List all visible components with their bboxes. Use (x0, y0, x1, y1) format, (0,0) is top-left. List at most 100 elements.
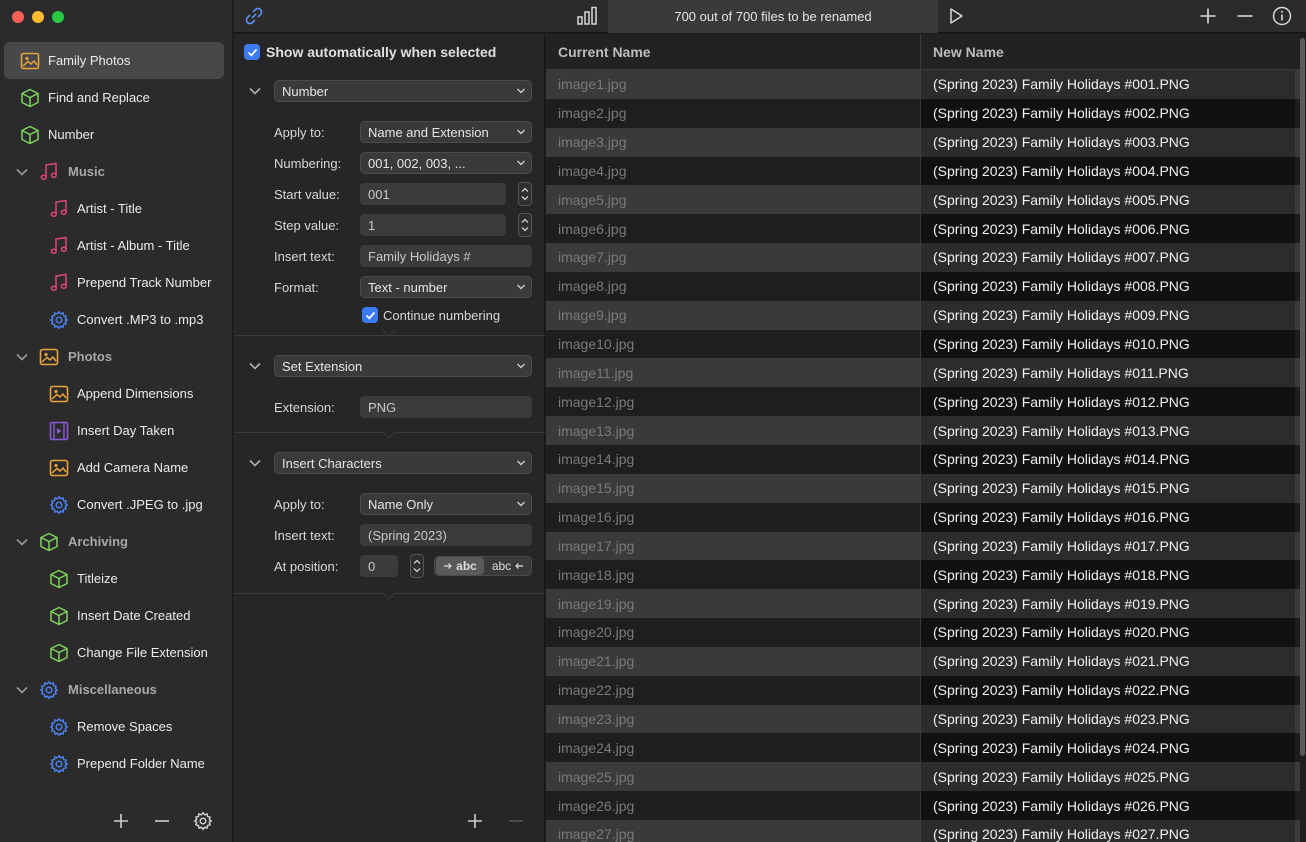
remove-action-button[interactable] (505, 810, 527, 832)
chevron-down-icon[interactable] (15, 535, 29, 549)
minimize-window-button[interactable] (32, 11, 44, 23)
sidebar-item-insert-date-created[interactable]: Insert Date Created (0, 597, 233, 634)
table-row[interactable]: image15.jpg (Spring 2023) Family Holidays… (546, 473, 1300, 503)
step-value-field[interactable]: 1 (360, 214, 506, 236)
sidebar-item-change-file-extension[interactable]: Change File Extension (0, 634, 233, 671)
table-row[interactable]: image14.jpg (Spring 2023) Family Holidays… (546, 444, 1300, 474)
table-row[interactable]: image10.jpg (Spring 2023) Family Holidays… (546, 329, 1300, 359)
gear-icon (38, 679, 60, 701)
start-value-field[interactable]: 001 (360, 183, 506, 205)
table-row[interactable]: image3.jpg (Spring 2023) Family Holidays … (546, 127, 1300, 157)
table-row[interactable]: image8.jpg (Spring 2023) Family Holidays … (546, 271, 1300, 301)
table-row[interactable]: image25.jpg (Spring 2023) Family Holidays… (546, 762, 1300, 792)
column-divider[interactable] (920, 34, 921, 842)
info-button[interactable] (1270, 5, 1294, 27)
column-header-current-name[interactable]: Current Name (558, 34, 651, 70)
action-type-popup[interactable]: Number (274, 80, 532, 102)
apply-to-popup[interactable]: Name Only (360, 493, 532, 515)
table-row[interactable]: image21.jpg (Spring 2023) Family Holidays… (546, 646, 1300, 676)
continue-numbering-checkbox[interactable] (362, 307, 378, 323)
table-row[interactable]: image27.jpg (Spring 2023) Family Holidays… (546, 819, 1300, 842)
close-window-button[interactable] (12, 11, 24, 23)
sidebar-group-miscellaneous[interactable]: Miscellaneous (0, 671, 233, 708)
table-row[interactable]: image7.jpg (Spring 2023) Family Holidays … (546, 243, 1300, 272)
preset-settings-button[interactable] (192, 810, 214, 832)
table-row[interactable]: image23.jpg (Spring 2023) Family Holidays… (546, 704, 1300, 734)
table-row[interactable]: image11.jpg (Spring 2023) Family Holidays… (546, 358, 1300, 388)
table-row[interactable]: image6.jpg (Spring 2023) Family Holidays … (546, 214, 1300, 244)
table-row[interactable]: image16.jpg (Spring 2023) Family Holidays… (546, 502, 1300, 532)
table-row[interactable]: image20.jpg (Spring 2023) Family Holidays… (546, 618, 1300, 647)
scrollbar-thumb[interactable] (1300, 38, 1305, 756)
current-name-cell: image21.jpg (558, 653, 635, 670)
step-value-stepper[interactable] (518, 213, 532, 237)
start-value-stepper[interactable] (518, 182, 532, 206)
chevron-down-icon[interactable] (15, 683, 29, 697)
table-row[interactable]: image22.jpg (Spring 2023) Family Holidays… (546, 675, 1300, 705)
chevron-down-icon[interactable] (248, 456, 262, 470)
run-rename-button[interactable] (944, 5, 968, 27)
sidebar-group-music[interactable]: Music (0, 153, 233, 190)
table-row[interactable]: image13.jpg (Spring 2023) Family Holidays… (546, 416, 1300, 445)
sidebar-item-number[interactable]: Number (0, 116, 233, 153)
numbering-popup[interactable]: 001, 002, 003, ... (360, 152, 532, 174)
sidebar-group-label: Archiving (68, 534, 128, 549)
sidebar-item-label: Add Camera Name (77, 460, 189, 475)
chevron-down-icon[interactable] (15, 350, 29, 364)
table-scrollbar[interactable] (1300, 34, 1306, 842)
sidebar-item-artist-title[interactable]: Artist - Title (0, 190, 233, 227)
show-automatically-checkbox[interactable] (244, 44, 260, 60)
add-files-button[interactable] (1196, 5, 1220, 27)
sidebar-item-find-and-replace[interactable]: Find and Replace (0, 79, 233, 116)
add-action-button[interactable] (464, 810, 486, 832)
sidebar-item-append-dimensions[interactable]: Append Dimensions (0, 375, 233, 412)
sidebar-item-insert-day-taken[interactable]: Insert Day Taken (0, 412, 233, 449)
sidebar-item-add-camera-name[interactable]: Add Camera Name (0, 449, 233, 486)
table-row[interactable]: image4.jpg (Spring 2023) Family Holidays … (546, 156, 1300, 186)
position-field[interactable]: 0 (360, 555, 398, 577)
continue-numbering-row[interactable]: Continue numbering (362, 307, 500, 323)
table-row[interactable]: image17.jpg (Spring 2023) Family Holidays… (546, 531, 1300, 561)
sidebar-item-convert-jpeg[interactable]: Convert .JPEG to .jpg (0, 486, 233, 523)
table-row[interactable]: image9.jpg (Spring 2023) Family Holidays … (546, 300, 1300, 330)
extension-field[interactable]: PNG (360, 396, 532, 418)
from-end-segment[interactable]: abc (485, 557, 531, 575)
zoom-window-button[interactable] (52, 11, 64, 23)
chevron-down-icon[interactable] (248, 359, 262, 373)
position-stepper[interactable] (410, 554, 424, 578)
sidebar-item-convert-mp3[interactable]: Convert .MP3 to .mp3 (0, 301, 233, 338)
sidebar-item-titleize[interactable]: Titleize (0, 560, 233, 597)
table-row[interactable]: image19.jpg (Spring 2023) Family Holidays… (546, 589, 1300, 619)
column-header-new-name[interactable]: New Name (933, 34, 1004, 70)
sidebar-group-archiving[interactable]: Archiving (0, 523, 233, 560)
add-preset-button[interactable] (110, 810, 132, 832)
apply-to-popup[interactable]: Name and Extension (360, 121, 532, 143)
show-automatically-row[interactable]: Show automatically when selected (244, 44, 496, 60)
chevron-down-icon[interactable] (248, 84, 262, 98)
insert-text-field[interactable]: (Spring 2023) (360, 524, 532, 546)
table-row[interactable]: image1.jpg (Spring 2023) Family Holidays … (546, 70, 1300, 99)
table-row[interactable]: image24.jpg (Spring 2023) Family Holidays… (546, 733, 1300, 763)
table-row[interactable]: image2.jpg (Spring 2023) Family Holidays … (546, 98, 1300, 128)
sidebar-group-photos[interactable]: Photos (0, 338, 233, 375)
from-start-segment[interactable]: abc (436, 557, 484, 575)
action-type-value: Insert Characters (282, 455, 382, 471)
sidebar-item-artist-album-title[interactable]: Artist - Album - Title (0, 227, 233, 264)
action-type-popup[interactable]: Insert Characters (274, 452, 532, 474)
sidebar-item-remove-spaces[interactable]: Remove Spaces (0, 708, 233, 745)
remove-files-button[interactable] (1233, 5, 1257, 27)
format-popup[interactable]: Text - number (360, 276, 532, 298)
link-button[interactable] (242, 5, 266, 27)
insert-text-field[interactable]: Family Holidays # (360, 245, 532, 267)
chevron-down-icon[interactable] (15, 165, 29, 179)
table-row[interactable]: image26.jpg (Spring 2023) Family Holidays… (546, 791, 1300, 820)
sidebar-item-prepend-folder-name[interactable]: Prepend Folder Name (0, 745, 233, 782)
statistics-button[interactable] (575, 5, 599, 27)
remove-preset-button[interactable] (151, 810, 173, 832)
action-type-popup[interactable]: Set Extension (274, 355, 532, 377)
sidebar-item-prepend-track-number[interactable]: Prepend Track Number (0, 264, 233, 301)
sidebar-item-family-photos[interactable]: Family Photos (4, 42, 224, 79)
table-row[interactable]: image5.jpg (Spring 2023) Family Holidays … (546, 185, 1300, 215)
table-row[interactable]: image12.jpg (Spring 2023) Family Holidays… (546, 387, 1300, 417)
table-row[interactable]: image18.jpg (Spring 2023) Family Holidays… (546, 560, 1300, 590)
